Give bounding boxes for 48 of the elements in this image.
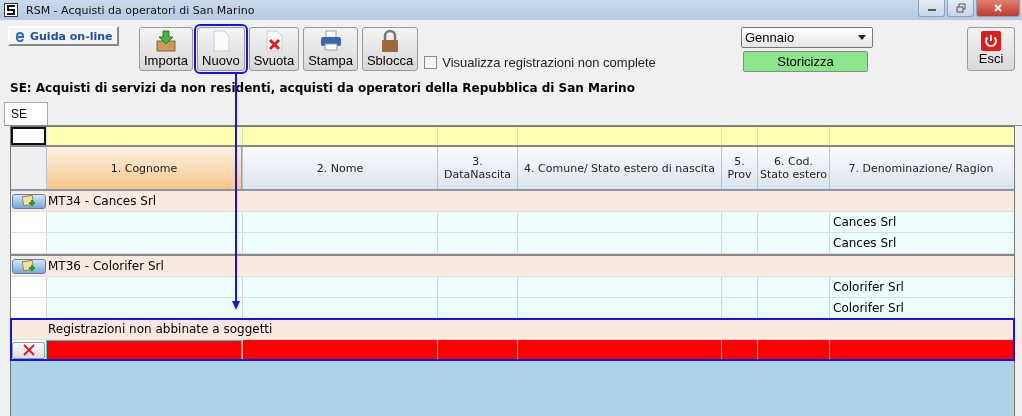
row-header <box>11 147 46 189</box>
printer-icon <box>318 29 343 53</box>
row-header <box>11 277 46 297</box>
group-title: MT36 - Colorifer Srl <box>47 258 164 275</box>
corner-cell <box>11 127 46 145</box>
table-cell: Cances Srl <box>829 212 1012 232</box>
row-header <box>11 233 46 253</box>
delete-record-button[interactable] <box>12 341 45 359</box>
power-icon <box>981 31 1001 51</box>
toolbar-button[interactable]: Svuota <box>248 27 300 71</box>
row-header <box>11 212 46 232</box>
group-title: MT34 - Cances Srl <box>47 193 157 210</box>
tab[interactable]: SE <box>4 102 48 125</box>
caret-icon <box>858 35 866 40</box>
add-record-button[interactable] <box>11 193 46 209</box>
column-header[interactable]: 4. Comune/ Stato estero di nascita <box>517 147 721 189</box>
incomplete-checkbox[interactable]: Visualizza registrazioni non complete <box>424 55 656 70</box>
restore-icon <box>955 3 966 13</box>
column-header[interactable]: 3. DataNascita <box>437 147 517 189</box>
column-header[interactable]: 5. Prov <box>721 147 757 189</box>
column-header[interactable]: 6. Cod. Stato estero <box>757 147 829 189</box>
exit-button[interactable]: Esci <box>967 27 1015 71</box>
toolbar-button[interactable]: Stampa <box>303 27 358 71</box>
restore-button[interactable] <box>947 0 974 17</box>
close-button[interactable] <box>976 0 1020 17</box>
month-dropdown[interactable]: Gennaio <box>741 27 873 48</box>
storicizza-button[interactable]: Storicizza <box>743 51 868 72</box>
browser-e-icon <box>14 30 26 42</box>
table-cell: Colorifer Srl <box>829 298 1012 318</box>
box-arrow-icon <box>154 29 179 53</box>
app-logo-icon <box>4 3 18 17</box>
add-record-button[interactable] <box>11 258 46 274</box>
minimize-button[interactable] <box>918 0 945 17</box>
toolbar-button[interactable]: Nuovo <box>197 27 245 71</box>
selected-cell[interactable] <box>46 340 242 360</box>
row-header <box>11 298 46 318</box>
column-header[interactable]: 1. Cognome <box>46 147 242 189</box>
column-header[interactable]: 2. Nome <box>242 147 437 189</box>
help-button[interactable]: Guida on-line <box>8 26 119 46</box>
close-icon <box>993 3 1003 13</box>
toolbar-button[interactable]: Importa <box>139 27 194 71</box>
delete-icon <box>22 344 35 356</box>
group-title: Registrazioni non abbinate a soggetti <box>47 321 273 338</box>
toolbar-button[interactable]: Sblocca <box>361 27 419 71</box>
table-cell: Colorifer Srl <box>829 277 1012 297</box>
column-header[interactable]: 7. Denominazione/ Ragion <box>829 147 1012 189</box>
table-cell: Cances Srl <box>829 233 1012 253</box>
window-title: RSM - Acquisti da operatori di San Marino <box>26 3 255 17</box>
